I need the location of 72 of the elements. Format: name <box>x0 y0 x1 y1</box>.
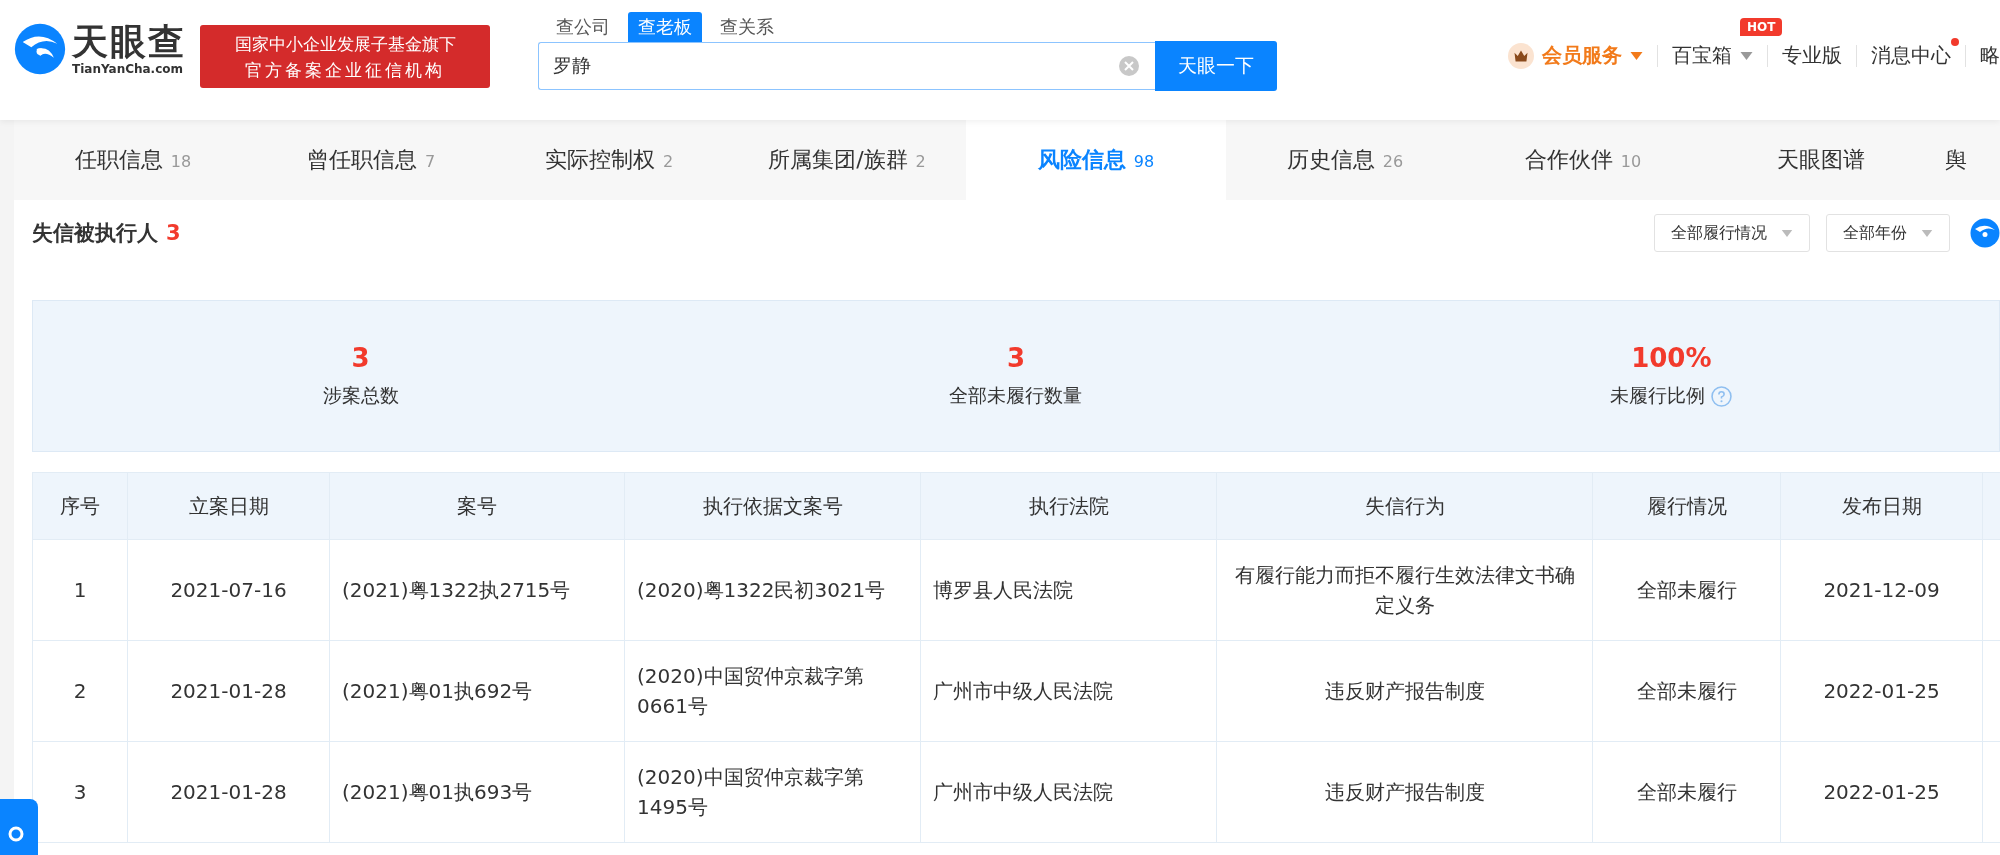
table-cell: 2021-01-28 <box>170 780 287 804</box>
logo-domain: TianYanCha.com <box>72 62 185 76</box>
table-cell: 2022-01-25 <box>1823 780 1940 804</box>
caret-icon <box>1781 229 1793 237</box>
table-cell: (2020)粤1322民初3021号 <box>637 578 886 602</box>
table-cell: 违反财产报告制度 <box>1324 679 1485 703</box>
column-header: 履行情况 <box>1592 472 1781 540</box>
nav-link[interactable]: 专业版 <box>1782 42 1842 69</box>
column-header: 执行依据文案号 <box>624 472 921 540</box>
table-cell: (2021)粤1322执2715号 <box>342 578 571 602</box>
table-cell: 2021-12-09 <box>1823 578 1940 602</box>
stat-value: 3 <box>1006 343 1026 373</box>
section-tab[interactable]: 合作伙伴 10 <box>1464 120 1702 200</box>
section-tab[interactable]: 实际控制权 2 <box>490 120 728 200</box>
section-count: 3 <box>166 221 181 245</box>
search-button[interactable]: 天眼一下 <box>1155 41 1277 91</box>
column-header: 立案日期 <box>127 472 330 540</box>
column-header: 失信行为 <box>1216 472 1593 540</box>
stat-label: 全部未履行数量 <box>949 383 1083 408</box>
table-cell: 广州市中级人民法院 <box>933 679 1113 703</box>
table-cell: (2021)粤01执692号 <box>342 679 533 703</box>
filter-dropdown[interactable]: 全部年份 <box>1826 214 1950 252</box>
table-cell: 全部未履行 <box>1636 578 1737 602</box>
column-header: 发布日期 <box>1780 472 1983 540</box>
column-header: 序号 <box>32 472 128 540</box>
logo-icon <box>14 23 66 75</box>
search-field[interactable]: 罗静 <box>538 42 1155 90</box>
logo-name: 天眼查 <box>72 22 186 62</box>
table-cell: 全部未履行 <box>1636 679 1737 703</box>
clear-icon[interactable] <box>1119 56 1139 76</box>
crown-icon <box>1508 42 1534 69</box>
table-cell: 1 <box>73 578 87 602</box>
column-header: 案号 <box>329 472 625 540</box>
table-cell: 2021-07-16 <box>170 578 287 602</box>
table-cell: 2022-01-25 <box>1823 679 1940 703</box>
table-cell: (2020)中国贸仲京裁字第1495号 <box>637 765 864 819</box>
nav-link[interactable]: 消息中心 <box>1871 42 1951 69</box>
table-cell: 博罗县人民法院 <box>933 578 1073 602</box>
stat-label: 未履行比例 <box>1610 383 1706 408</box>
help-icon[interactable] <box>1711 385 1733 407</box>
table-cell: 3 <box>73 780 87 804</box>
section-tab[interactable]: 天眼图谱 <box>1702 120 1940 200</box>
section-tab[interactable]: 历史信息 26 <box>1226 120 1464 200</box>
search-tab[interactable]: 查老板 <box>628 12 702 42</box>
nav-link[interactable]: 略 <box>1980 42 2000 69</box>
nav-link[interactable]: 百宝箱 <box>1672 42 1732 69</box>
promo-badge: 国家中小企业发展子基金旗下 官方备案企业征信机构 <box>200 25 490 88</box>
hot-badge: HOT <box>1740 18 1783 36</box>
section-tab[interactable]: 风险信息 98 <box>966 120 1226 200</box>
stat-value: 3 <box>351 343 370 373</box>
search-tab[interactable]: 查公司 <box>546 12 620 42</box>
column-header: 执行法院 <box>920 472 1217 540</box>
search-tab[interactable]: 查关系 <box>710 12 784 42</box>
caret-icon <box>1740 51 1753 60</box>
table-cell: (2021)粤01执693号 <box>342 780 533 804</box>
section-tab[interactable]: 曾任职信息 7 <box>252 120 490 200</box>
table-cell: 2021-01-28 <box>170 679 287 703</box>
filter-dropdown[interactable]: 全部履行情况 <box>1654 214 1810 252</box>
table-cell: (2020)中国贸仲京裁字第0661号 <box>637 664 864 718</box>
table-cell: 全部未履行 <box>1636 780 1737 804</box>
section-tab[interactable]: 所属集团/族群 2 <box>728 120 966 200</box>
caret-icon <box>1630 51 1643 60</box>
table-cell: 2 <box>73 679 87 703</box>
caret-icon <box>1921 229 1933 237</box>
section-tab[interactable]: 舆 <box>1940 120 1972 200</box>
section-tab[interactable]: 任职信息 18 <box>14 120 252 200</box>
stat-value: 100% <box>1631 343 1712 373</box>
table-cell: 违反财产报告制度 <box>1324 780 1485 804</box>
section-title: 失信被执行人 <box>32 220 158 247</box>
stat-label: 涉案总数 <box>322 383 399 408</box>
table-cell: 广州市中级人民法院 <box>933 780 1113 804</box>
table-cell: 有履行能力而拒不履行生效法律文书确定义务 <box>1234 563 1575 617</box>
